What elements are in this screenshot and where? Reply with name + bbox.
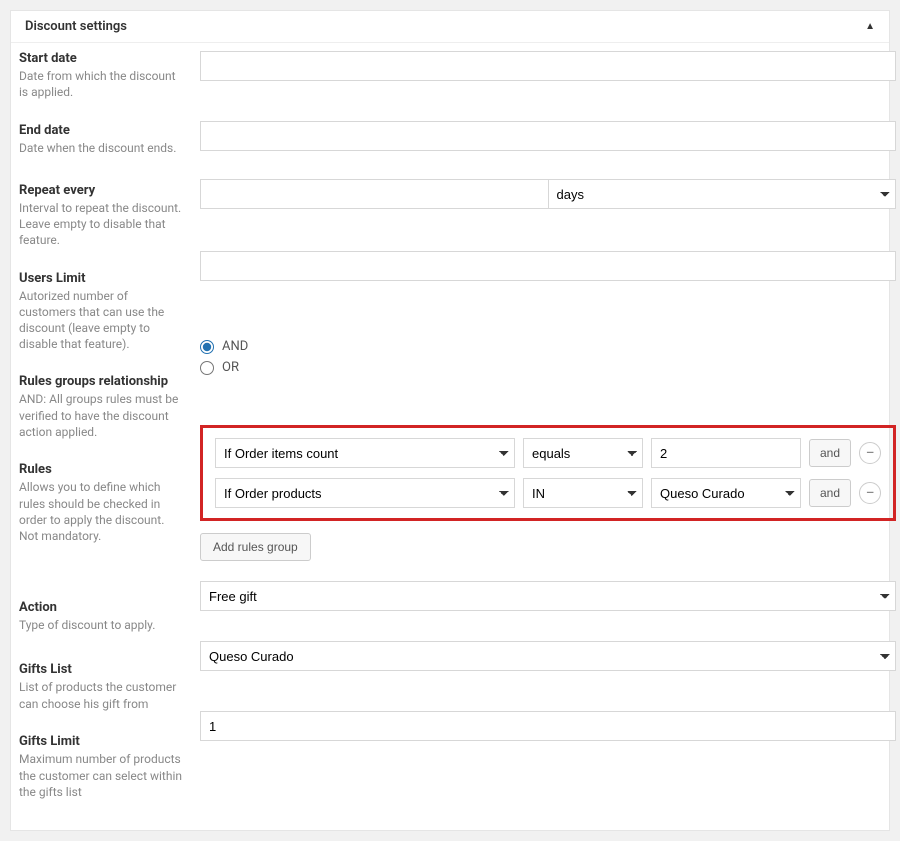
start-date-desc: Date from which the discount is applied. — [19, 68, 184, 100]
relationship-radio-group: AND OR — [200, 339, 896, 405]
end-date-input[interactable] — [200, 121, 896, 151]
rule-condition-select[interactable]: If Order products — [215, 478, 515, 508]
action-label: Action — [19, 600, 184, 615]
action-select[interactable]: Free gift — [200, 581, 896, 611]
relationship-and-option[interactable]: AND — [200, 339, 896, 354]
relationship-desc: AND: All groups rules must be verified t… — [19, 391, 184, 440]
rule-remove-button[interactable]: − — [859, 442, 881, 464]
panel-collapse-toggle[interactable]: ▲ — [865, 21, 875, 32]
rule-logic-button[interactable]: and — [809, 479, 851, 507]
rule-remove-button[interactable]: − — [859, 482, 881, 504]
relationship-and-label: AND — [222, 339, 248, 354]
gifts-limit-label: Gifts Limit — [19, 734, 184, 749]
users-limit-input[interactable] — [200, 251, 896, 281]
main-form: days AND OR — [194, 51, 896, 822]
end-date-label: End date — [19, 123, 184, 138]
rules-desc: Allows you to define which rules should … — [19, 479, 184, 544]
minus-icon: − — [865, 485, 874, 501]
repeat-desc: Interval to repeat the discount. Leave e… — [19, 200, 184, 249]
minus-icon: − — [865, 445, 874, 461]
relationship-label: Rules groups relationship — [19, 374, 184, 389]
start-date-input[interactable] — [200, 51, 896, 81]
action-desc: Type of discount to apply. — [19, 617, 184, 633]
gifts-list-select[interactable]: Queso Curado — [200, 641, 896, 671]
sidebar: Start date Date from which the discount … — [19, 51, 194, 822]
rule-operator-select[interactable]: IN — [523, 478, 643, 508]
end-date-desc: Date when the discount ends. — [19, 140, 184, 156]
panel-title: Discount settings — [25, 19, 127, 34]
rule-row: If Order items count equals and − — [215, 438, 881, 468]
gifts-list-desc: List of products the customer can choose… — [19, 679, 184, 711]
relationship-or-label: OR — [222, 360, 239, 375]
rules-label: Rules — [19, 462, 184, 477]
start-date-label: Start date — [19, 51, 184, 66]
rule-operator-select[interactable]: equals — [523, 438, 643, 468]
gifts-list-label: Gifts List — [19, 662, 184, 677]
gifts-limit-input[interactable] — [200, 711, 896, 741]
add-rules-group-button[interactable]: Add rules group — [200, 533, 311, 561]
gifts-limit-desc: Maximum number of products the customer … — [19, 751, 184, 800]
users-limit-desc: Autorized number of customers that can u… — [19, 288, 184, 353]
rule-value-input[interactable] — [651, 438, 801, 468]
repeat-unit-select[interactable]: days — [548, 179, 897, 209]
repeat-interval-input[interactable] — [200, 179, 548, 209]
relationship-or-option[interactable]: OR — [200, 360, 896, 375]
relationship-or-radio[interactable] — [200, 361, 214, 375]
discount-settings-panel: Discount settings ▲ Start date Date from… — [10, 10, 890, 831]
rule-value-select[interactable]: Queso Curado — [651, 478, 801, 508]
relationship-and-radio[interactable] — [200, 340, 214, 354]
rules-group-box: If Order items count equals and − If Ord… — [200, 425, 896, 521]
repeat-label: Repeat every — [19, 183, 184, 198]
panel-header: Discount settings ▲ — [11, 11, 889, 43]
users-limit-label: Users Limit — [19, 271, 184, 286]
rule-logic-button[interactable]: and — [809, 439, 851, 467]
rule-condition-select[interactable]: If Order items count — [215, 438, 515, 468]
rule-row: If Order products IN Queso Curado and − — [215, 478, 881, 508]
